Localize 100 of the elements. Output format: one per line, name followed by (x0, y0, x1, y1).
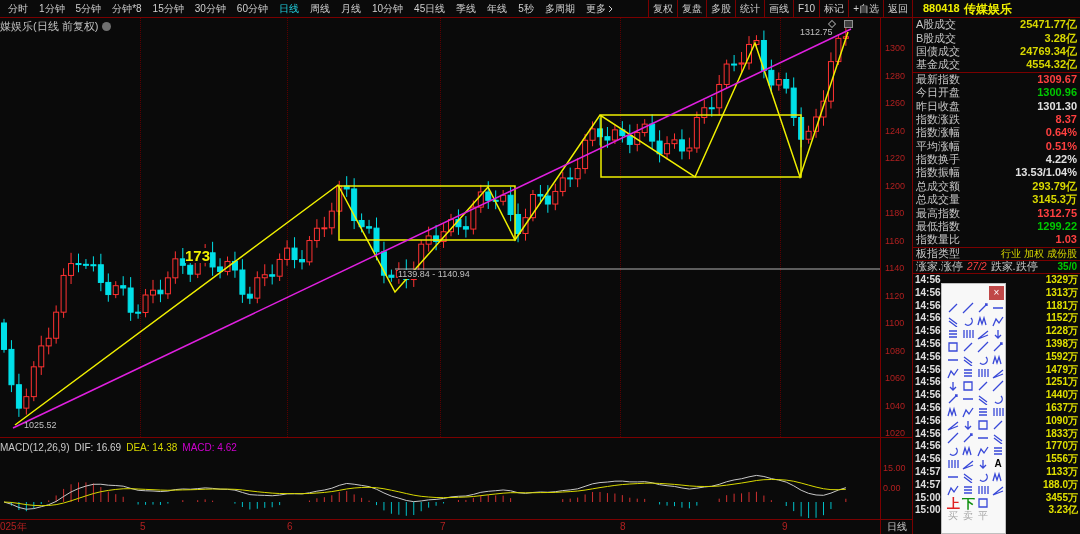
close-button[interactable]: × (989, 286, 1004, 300)
toolbar-button[interactable]: 复盘 (676, 0, 706, 17)
drawing-tool-icon[interactable] (977, 484, 989, 496)
period-tab[interactable]: 1分钟 (39, 1, 65, 16)
toolbar-button[interactable]: +自选 (848, 0, 883, 17)
drawing-tool-icon[interactable] (992, 484, 1004, 496)
toolbar-button[interactable]: 画线 (763, 0, 793, 17)
period-tab[interactable]: 10分钟 (371, 1, 404, 16)
drawing-tool-icon[interactable] (947, 302, 959, 314)
period-tab[interactable]: 季线 (456, 1, 477, 16)
drawing-tool-icon[interactable] (947, 328, 959, 340)
stat-value: 4554.32亿 (1026, 59, 1077, 71)
drawing-tool-icon[interactable] (977, 380, 989, 392)
period-tab[interactable]: 周线 (309, 1, 330, 16)
date-label: 5 (140, 520, 146, 534)
period-tab[interactable]: 分时 (8, 1, 28, 16)
drawing-tool-icon[interactable] (947, 432, 959, 444)
period-tab[interactable]: 多周期 (544, 1, 575, 16)
dropdown-icon[interactable] (102, 22, 112, 31)
drawing-tool-icon[interactable] (962, 458, 974, 470)
drawing-tool-icon[interactable] (962, 471, 974, 483)
drawing-tool-icon[interactable] (992, 445, 1004, 457)
toolbar-button[interactable]: 多股 (705, 0, 735, 17)
drawing-tool-icon[interactable] (977, 302, 989, 314)
text-tool[interactable]: A (994, 459, 1002, 469)
drawing-tool-icon[interactable] (947, 484, 959, 496)
drawing-tool-icon[interactable] (992, 315, 1004, 327)
drawing-tool-icon[interactable] (992, 328, 1004, 340)
drawing-tool-icon[interactable] (947, 380, 959, 392)
drawing-tool-icon[interactable] (992, 393, 1004, 405)
period-tab[interactable]: 日线 (278, 1, 299, 16)
drawing-tool-icon[interactable] (977, 445, 989, 457)
drawing-tool-icon[interactable] (962, 432, 974, 444)
period-tab[interactable]: 5分钟 (75, 1, 102, 16)
tick-time: 14:56 (915, 326, 941, 337)
period-tab[interactable]: 60分钟 (236, 1, 268, 16)
toolbar-button[interactable]: 统计 (734, 0, 764, 17)
period-tab[interactable]: 年线 (487, 1, 508, 16)
drawing-tool-icon[interactable] (962, 328, 974, 340)
toolbar-button[interactable]: 标记 (819, 0, 849, 17)
drawing-tool-icon[interactable] (947, 315, 959, 327)
drawing-tool-icon[interactable] (977, 497, 989, 509)
drawing-tool-icon[interactable] (962, 354, 974, 366)
drawing-tool-icon[interactable] (992, 406, 1004, 418)
stat-label: 总成交量 (916, 194, 960, 206)
drawing-tool-icon[interactable] (977, 458, 989, 470)
drawing-tool-icon[interactable] (992, 471, 1004, 483)
drawing-tool-icon[interactable] (992, 354, 1004, 366)
drawing-tool-icon[interactable] (947, 393, 959, 405)
drawing-tool-icon[interactable] (962, 302, 974, 314)
drawing-tool-icon[interactable] (977, 406, 989, 418)
drawing-tool-icon[interactable] (977, 471, 989, 483)
drawing-tool-icon[interactable] (977, 315, 989, 327)
drawing-tool-icon[interactable] (992, 380, 1004, 392)
stat-label: 指数换手 (916, 154, 960, 166)
tick-time: 14:56 (915, 313, 941, 324)
drawing-tool-icon[interactable] (992, 419, 1004, 431)
stat-value: 8.37 (1055, 113, 1077, 125)
period-tab[interactable]: 月线 (340, 1, 361, 16)
drawing-tool-icon[interactable] (962, 380, 974, 392)
drawing-tool-icon[interactable] (962, 406, 974, 418)
drawing-tool-icon[interactable] (977, 367, 989, 379)
drawing-tool-icon[interactable] (947, 341, 959, 353)
order-tool[interactable]: 上 (946, 496, 960, 510)
date-label: 8 (620, 520, 626, 534)
period-tab[interactable]: 15分钟 (152, 1, 184, 16)
period-tab[interactable]: 30分钟 (194, 1, 226, 16)
index-type[interactable]: 行业 加权 成份股 (1001, 248, 1077, 259)
drawing-tool-icon[interactable] (992, 367, 1004, 379)
tick-volume: 1181万 (1046, 300, 1078, 311)
drawing-tool-icon[interactable] (977, 354, 989, 366)
drawing-tool-icon[interactable] (962, 419, 974, 431)
drawing-tool-icon[interactable] (947, 367, 959, 379)
period-tab[interactable]: 分钟*8 (112, 1, 142, 16)
period-tab[interactable]: 45日线 (414, 1, 446, 16)
drawing-tool-icon[interactable] (977, 393, 989, 405)
indicator-value: DEA: 14.38 (126, 441, 178, 455)
more-button[interactable]: 更多 (585, 1, 613, 16)
drawing-tool-icon[interactable] (992, 432, 1004, 444)
drawing-tool-icon[interactable] (947, 445, 959, 457)
drawing-tool-icon[interactable] (992, 341, 1004, 353)
drawing-tool-icon[interactable] (947, 406, 959, 418)
panel-toggle-icon[interactable] (844, 20, 853, 28)
drawing-tool-icon[interactable] (962, 484, 974, 496)
drawing-tool-icon[interactable] (962, 445, 974, 457)
toolbar-button[interactable]: 复权 (647, 0, 677, 17)
drawing-tool-icon[interactable] (947, 458, 959, 470)
order-tool[interactable]: 下 (961, 496, 975, 510)
drawing-tool-icon[interactable] (977, 419, 989, 431)
drawing-tool-icon[interactable] (977, 341, 989, 353)
drawing-tool-icon[interactable] (977, 328, 989, 340)
toolbar-button[interactable]: F10 (792, 0, 820, 17)
drawing-tool-icon[interactable] (962, 315, 974, 327)
toolbar-button[interactable]: 返回 (883, 0, 912, 17)
stat-value: 1299.22 (1037, 221, 1077, 233)
period-tab[interactable]: 5秒 (518, 1, 534, 16)
drawing-tool-icon[interactable] (962, 367, 974, 379)
drawing-tool-icon[interactable] (962, 341, 974, 353)
tick-volume: 1228万 (1045, 326, 1078, 337)
drawing-tool-icon[interactable] (947, 419, 959, 431)
